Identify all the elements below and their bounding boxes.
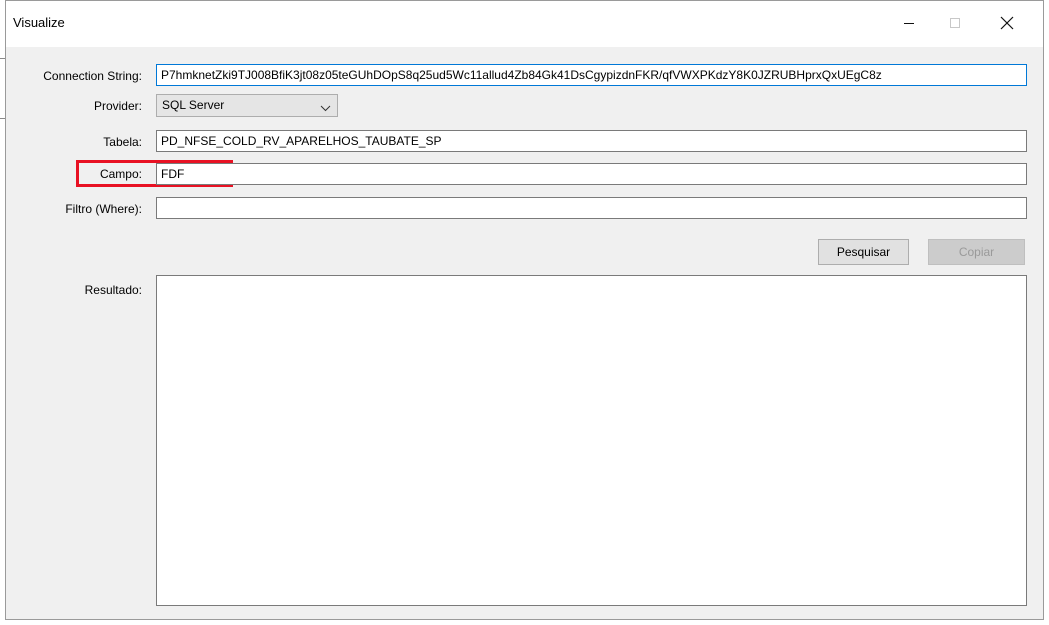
campo-input[interactable]: FDF (156, 163, 1027, 185)
campo-label: Campo: (99, 167, 142, 181)
filtro-label: Filtro (Where): (65, 202, 142, 216)
close-icon (1000, 16, 1014, 33)
window-title: Visualize (13, 15, 65, 30)
chevron-down-icon (320, 101, 331, 115)
provider-selected-value: SQL Server (162, 98, 225, 112)
visualize-dialog: Visualize Connection String: P7hmknetZki… (5, 0, 1044, 620)
connection-string-input[interactable]: P7hmknetZki9TJ008BfiK3jt08z05teGUhDOpS8q… (156, 64, 1027, 86)
provider-select[interactable]: SQL Server (156, 94, 338, 117)
minimize-button[interactable] (886, 1, 932, 47)
resultado-textarea[interactable] (156, 275, 1027, 606)
title-bar[interactable]: Visualize (6, 1, 1043, 47)
filtro-where-input[interactable] (156, 197, 1027, 219)
maximize-button (932, 1, 978, 47)
tabela-input[interactable]: PD_NFSE_COLD_RV_APARELHOS_TAUBATE_SP (156, 130, 1027, 152)
connection-string-label: Connection String: (43, 69, 142, 83)
pesquisar-button[interactable]: Pesquisar (818, 239, 909, 265)
minimize-icon (903, 17, 915, 32)
close-button[interactable] (984, 1, 1030, 47)
tabela-label: Tabela: (103, 135, 142, 149)
resultado-label: Resultado: (84, 283, 142, 297)
provider-label: Provider: (93, 99, 142, 113)
maximize-icon (949, 17, 961, 32)
copiar-button: Copiar (928, 239, 1025, 265)
